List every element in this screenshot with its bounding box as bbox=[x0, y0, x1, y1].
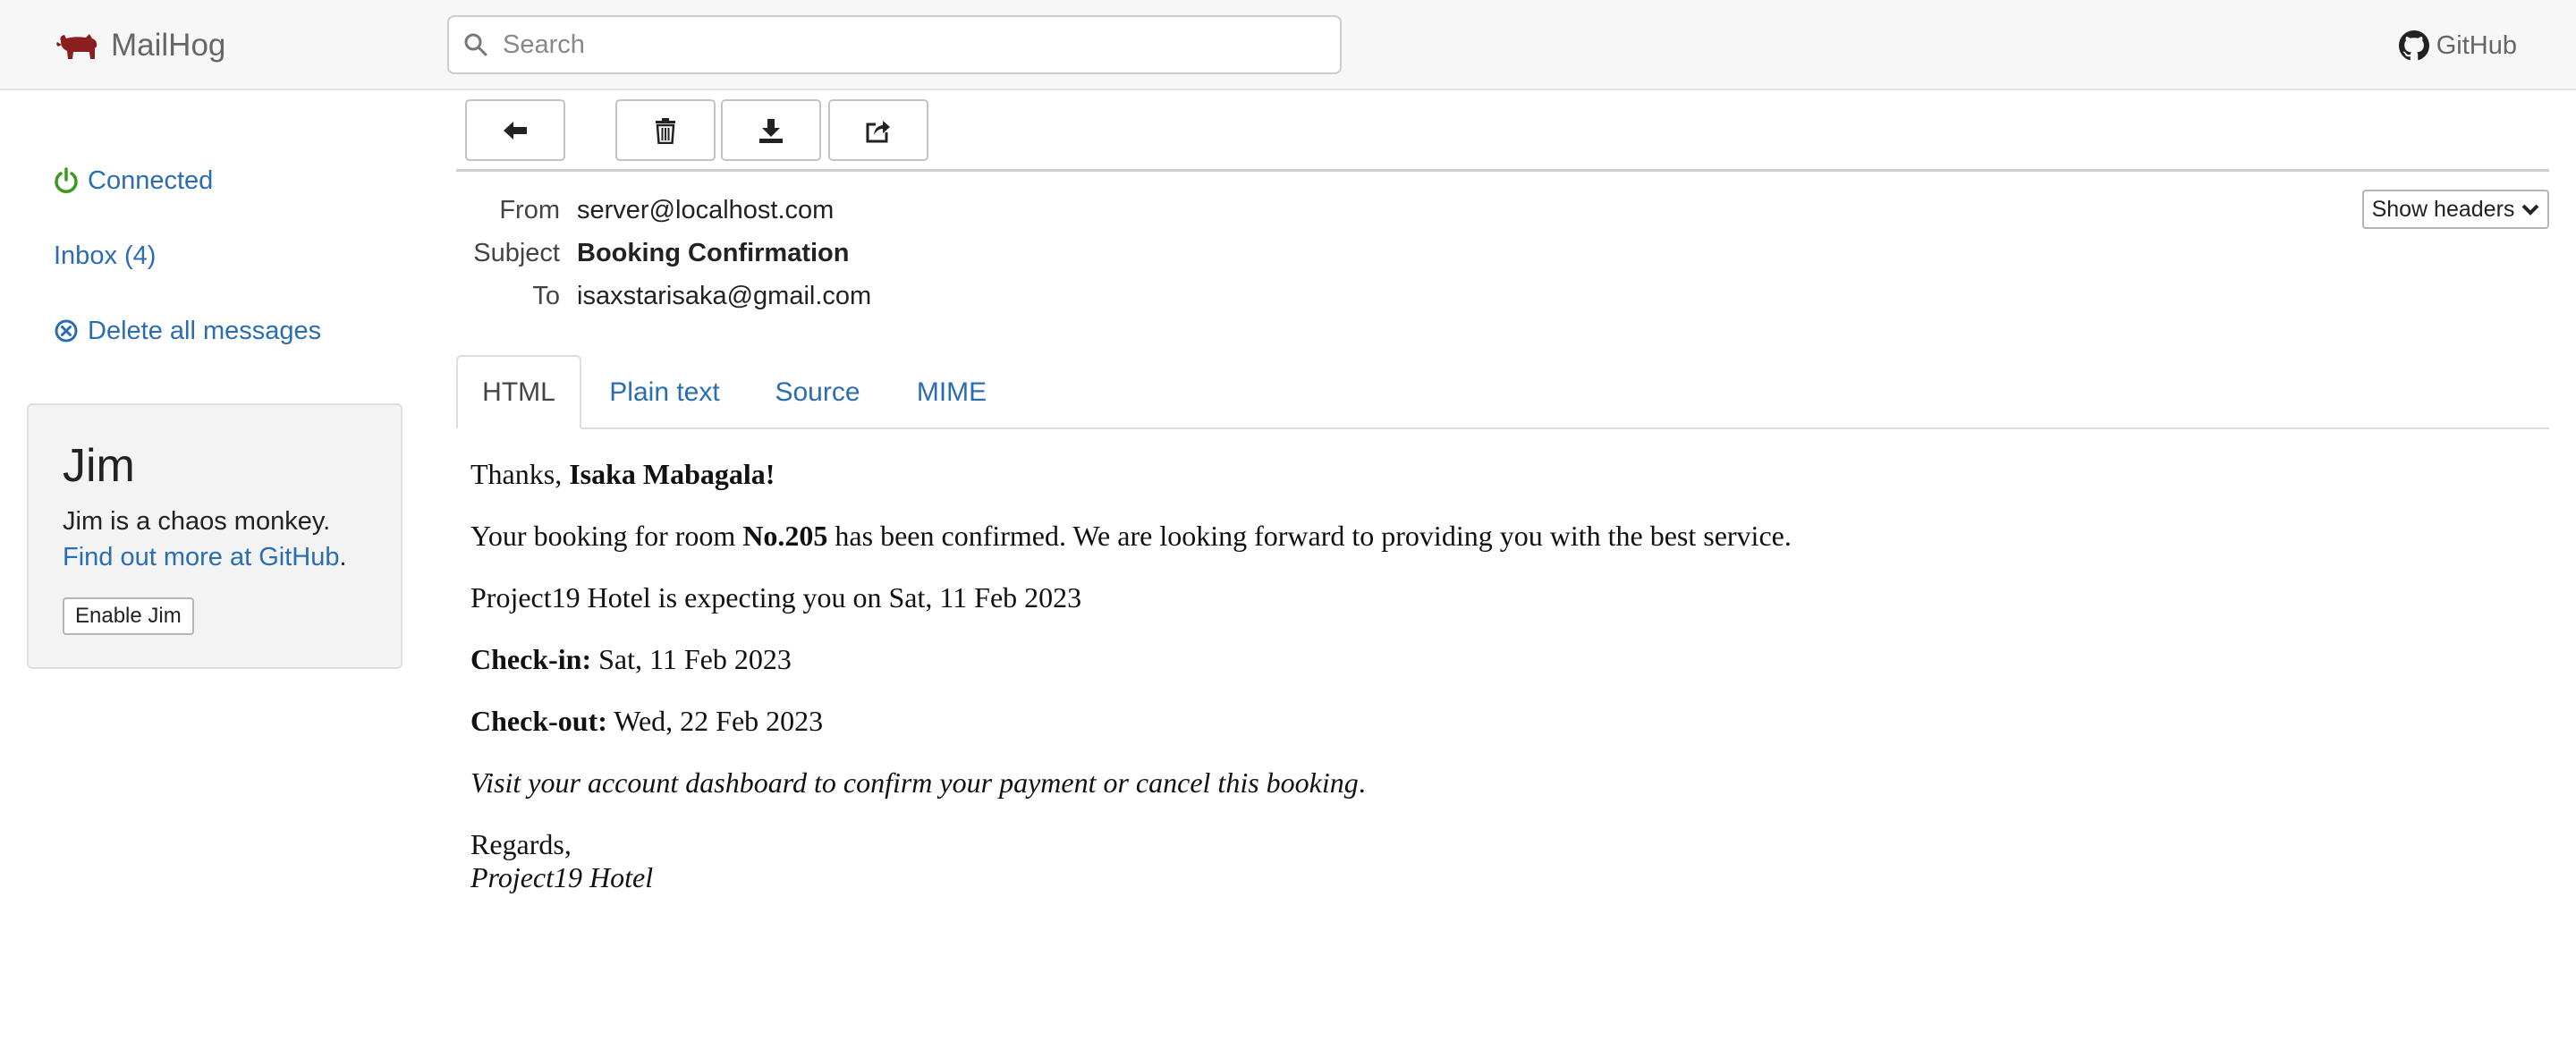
enable-jim-button[interactable]: Enable Jim bbox=[63, 597, 194, 635]
search-icon bbox=[449, 32, 503, 57]
tab-html[interactable]: HTML bbox=[456, 355, 581, 429]
arrow-left-icon bbox=[504, 121, 527, 140]
jim-panel: Jim Jim is a chaos monkey. Find out more… bbox=[27, 403, 402, 669]
jim-description: Jim is a chaos monkey. bbox=[63, 507, 331, 536]
checkin-value: Sat, 11 Feb 2023 bbox=[591, 643, 792, 675]
booking-line: Your booking for room No.205 has been co… bbox=[470, 520, 1792, 553]
brand-link[interactable]: MailHog bbox=[55, 25, 225, 66]
subject-label: Subject bbox=[473, 239, 560, 267]
visit-note-period: . bbox=[1358, 766, 1366, 799]
signature-line: Project19 Hotel bbox=[470, 861, 654, 893]
github-label: GitHub bbox=[2436, 30, 2517, 60]
regards-line: Regards, bbox=[470, 828, 572, 860]
inbox-label: Inbox (4) bbox=[54, 241, 157, 270]
visit-note-line: Visit your account dashboard to confirm … bbox=[470, 766, 1366, 800]
jim-title: Jim bbox=[63, 440, 135, 492]
from-label: From bbox=[499, 196, 560, 224]
connected-label: Connected bbox=[88, 165, 214, 195]
pig-logo-icon bbox=[56, 34, 97, 59]
remove-circle-icon bbox=[55, 319, 78, 343]
tab-mime[interactable]: MIME bbox=[905, 355, 998, 429]
greeting-line: Thanks, Isaka Mabagala! bbox=[470, 458, 775, 491]
github-link[interactable]: GitHub bbox=[2398, 28, 2517, 63]
jim-github-link[interactable]: Find out more at GitHub bbox=[63, 543, 339, 571]
release-button[interactable] bbox=[828, 99, 928, 161]
expecting-line: Project19 Hotel is expecting you on Sat,… bbox=[470, 581, 1082, 614]
search-box[interactable] bbox=[447, 15, 1342, 74]
room-number: No.205 bbox=[742, 520, 828, 552]
top-navbar: MailHog GitHub bbox=[0, 0, 2576, 90]
show-headers-button[interactable]: Show headers bbox=[2362, 190, 2549, 229]
search-input[interactable] bbox=[503, 18, 1326, 72]
checkout-label: Check-out: bbox=[470, 705, 607, 737]
tab-source[interactable]: Source bbox=[762, 355, 873, 429]
booking-prefix: Your booking for room bbox=[470, 520, 743, 552]
trash-icon bbox=[656, 117, 675, 144]
visit-note: Visit your account dashboard to confirm … bbox=[470, 766, 1359, 799]
jim-more-line: Find out more at GitHub. bbox=[63, 543, 347, 572]
power-icon bbox=[55, 167, 78, 193]
from-value: server@localhost.com bbox=[577, 196, 835, 224]
delete-all-label: Delete all messages bbox=[88, 316, 322, 345]
delete-all-messages-link[interactable]: Delete all messages bbox=[54, 313, 321, 349]
jim-more-suffix: . bbox=[339, 543, 347, 571]
checkout-line: Check-out: Wed, 22 Feb 2023 bbox=[470, 705, 823, 738]
to-label: To bbox=[532, 282, 560, 310]
connection-status[interactable]: Connected bbox=[54, 163, 213, 199]
booking-suffix: has been confirmed. We are looking forwa… bbox=[827, 520, 1792, 552]
checkin-label: Check-in: bbox=[470, 643, 592, 675]
checkin-line: Check-in: Sat, 11 Feb 2023 bbox=[470, 643, 792, 676]
download-icon bbox=[759, 118, 783, 143]
greeting-prefix: Thanks, bbox=[470, 458, 570, 490]
guest-name: Isaka Mabagala! bbox=[569, 458, 775, 490]
checkout-value: Wed, 22 Feb 2023 bbox=[606, 705, 824, 737]
chevron-down-icon bbox=[2521, 204, 2539, 216]
download-button[interactable] bbox=[721, 99, 821, 161]
sidebar-item-inbox[interactable]: Inbox (4) bbox=[54, 238, 156, 274]
to-value: isaxstarisaka@gmail.com bbox=[577, 282, 872, 310]
share-icon bbox=[866, 120, 890, 142]
subject-value: Booking Confirmation bbox=[577, 239, 850, 267]
show-headers-label: Show headers bbox=[2371, 196, 2515, 222]
toolbar-divider bbox=[456, 169, 2549, 172]
back-button[interactable] bbox=[465, 99, 565, 161]
github-icon bbox=[2398, 30, 2429, 61]
delete-message-button[interactable] bbox=[615, 99, 716, 161]
brand-name: MailHog bbox=[111, 28, 226, 63]
tab-plain-text[interactable]: Plain text bbox=[596, 355, 733, 429]
